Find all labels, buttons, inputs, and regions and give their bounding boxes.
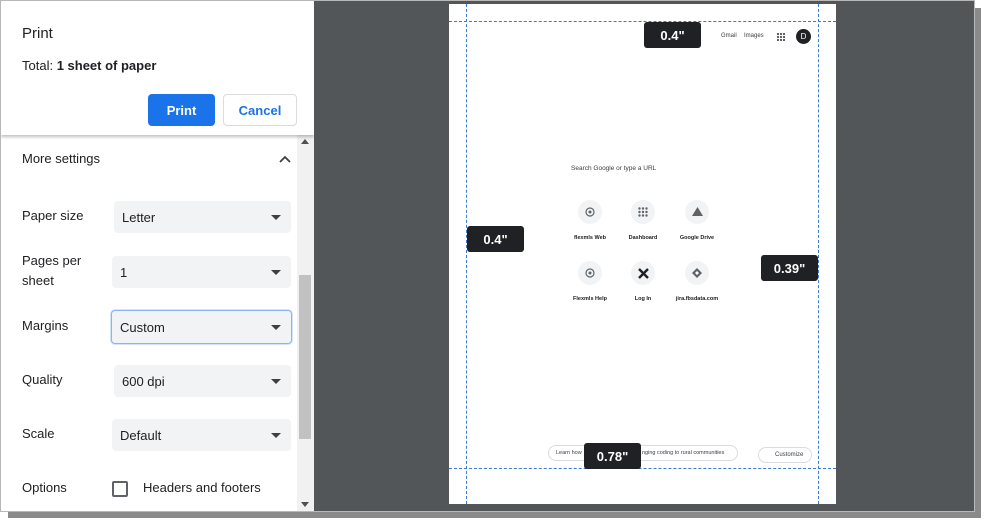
shortcut-label: Flexmls Help (573, 296, 607, 302)
chevron-up-icon (279, 155, 291, 163)
pages-per-sheet-label-line2: sheet (22, 273, 54, 288)
paper-size-value: Letter (122, 209, 156, 225)
settings-list: More settings Paper size Letter Pages pe… (1, 135, 297, 511)
scale-value: Default (120, 427, 162, 443)
headers-footers-label[interactable]: Headers and footers (143, 480, 261, 495)
google-drive-icon (685, 200, 709, 224)
login-icon (631, 261, 655, 285)
shortcut-label: flexmls Web (574, 235, 606, 241)
images-link: Images (744, 33, 764, 39)
paper-size-label: Paper size (22, 208, 84, 223)
dropdown-caret-icon (271, 269, 281, 275)
cancel-button[interactable]: Cancel (223, 94, 297, 126)
customize-label: Customize (775, 452, 804, 458)
shortcut-label: Google Drive (679, 235, 715, 241)
print-dialog: Print Total: 1 sheet of paper Print Canc… (0, 0, 975, 512)
margins-label: Margins (22, 318, 69, 333)
dropdown-caret-icon (271, 214, 281, 220)
bottom-margin-badge[interactable]: 0.78" (584, 443, 641, 469)
scale-label: Scale (22, 426, 55, 441)
more-settings-label: More settings (22, 151, 101, 166)
quality-label: Quality (22, 372, 63, 387)
pages-per-sheet-select[interactable]: 1 (112, 256, 291, 288)
margins-value: Custom (120, 319, 165, 335)
flexmls-help-icon (578, 261, 602, 285)
settings-panel: Print Total: 1 sheet of paper Print Canc… (1, 1, 314, 511)
shortcut-label: jira.fbsdata.com (675, 296, 719, 302)
bottom-margin-guide[interactable] (449, 468, 836, 469)
print-preview-area: Gmail Images D Search Google or type a U… (314, 1, 974, 511)
options-label: Options (22, 480, 67, 495)
footer-learn-how: Learn how (556, 450, 582, 456)
preview-page: Gmail Images D Search Google or type a U… (449, 4, 836, 504)
quality-value: 600 dpi (122, 373, 165, 389)
paper-size-select[interactable]: Letter (114, 201, 291, 233)
sheet-total: Total: 1 sheet of paper (22, 58, 156, 73)
left-margin-badge[interactable]: 0.4" (467, 226, 524, 252)
jira-icon (685, 261, 709, 285)
dashboard-icon (631, 200, 655, 224)
pages-per-sheet-label: Pages per sheet (22, 251, 81, 291)
dialog-title: Print (22, 25, 53, 42)
top-margin-guide[interactable] (449, 21, 836, 22)
top-margin-badge[interactable]: 0.4" (644, 22, 701, 48)
print-button[interactable]: Print (148, 94, 215, 126)
shortcut-label: Dashboard (628, 235, 658, 241)
dropdown-caret-icon (271, 324, 281, 330)
right-margin-badge[interactable]: 0.39" (761, 255, 818, 281)
scale-select[interactable]: Default (112, 419, 291, 451)
margins-select[interactable]: Custom (111, 310, 292, 344)
dropdown-caret-icon (271, 432, 281, 438)
total-prefix: Total: (22, 58, 57, 73)
pages-per-sheet-value: 1 (120, 264, 128, 280)
apps-grid-icon (777, 33, 785, 41)
scrollbar-thumb[interactable] (299, 275, 311, 439)
scroll-up-arrow-icon[interactable] (301, 139, 309, 144)
left-margin-guide[interactable] (466, 4, 467, 504)
quality-select[interactable]: 600 dpi (114, 365, 291, 397)
more-settings-toggle[interactable]: More settings (22, 151, 292, 171)
headers-footers-checkbox[interactable] (112, 481, 128, 497)
flexmls-icon (578, 200, 602, 224)
scroll-down-arrow-icon[interactable] (301, 502, 309, 507)
pages-per-sheet-label-line1: Pages per (22, 253, 82, 268)
right-margin-guide[interactable] (818, 4, 819, 504)
footer-promo-text: nging coding to rural communities (642, 450, 725, 456)
avatar: D (796, 29, 811, 44)
print-header: Print Total: 1 sheet of paper Print Canc… (1, 1, 314, 135)
settings-scrollbar[interactable] (297, 135, 314, 511)
screenshot-frame: Print Total: 1 sheet of paper Print Canc… (0, 0, 987, 524)
gmail-link: Gmail (721, 33, 737, 39)
total-value: 1 sheet of paper (56, 58, 157, 73)
dropdown-caret-icon (271, 378, 281, 384)
search-placeholder: Search Google or type a URL (571, 165, 657, 172)
shortcut-label: Log In (634, 296, 652, 302)
